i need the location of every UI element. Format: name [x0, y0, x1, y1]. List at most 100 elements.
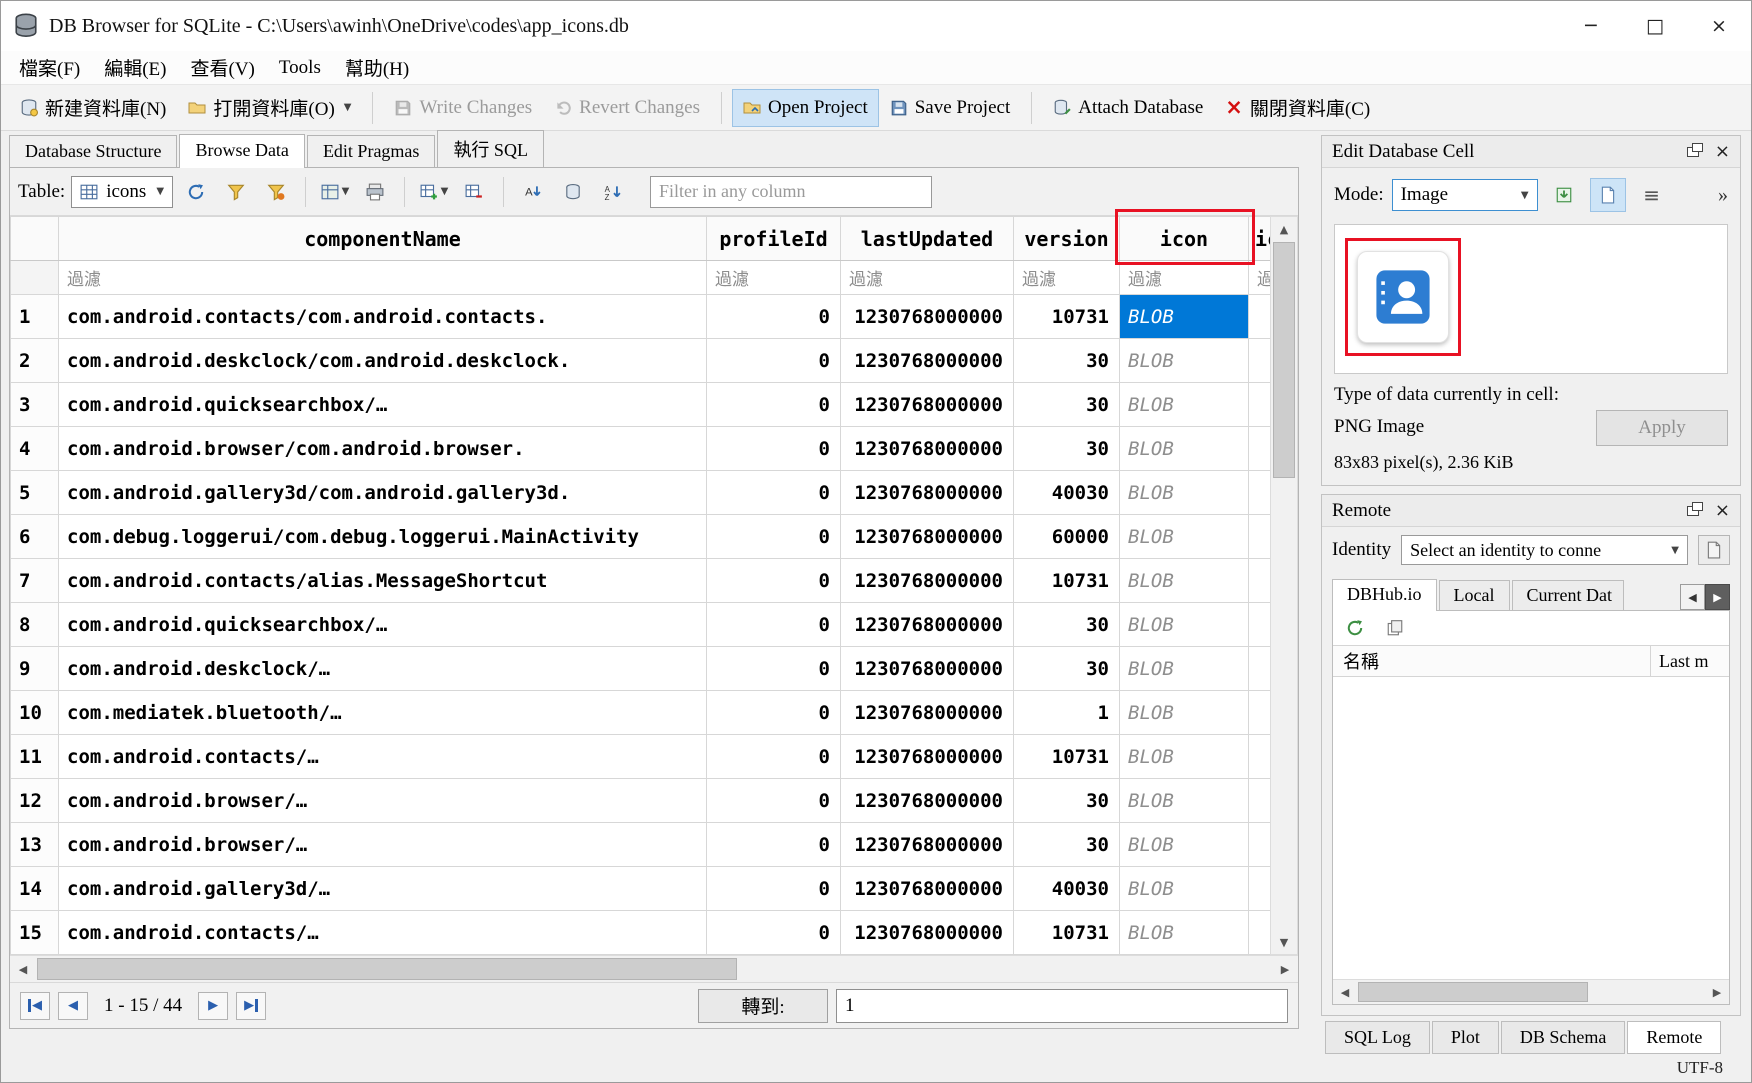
- cell-version[interactable]: 30: [1014, 339, 1120, 383]
- table-row[interactable]: 15com.android.contacts/…0123076800000010…: [11, 911, 1271, 955]
- cell-profileId[interactable]: 0: [707, 295, 841, 339]
- cell-componentName[interactable]: com.android.deskclock/com.android.deskcl…: [59, 339, 707, 383]
- dock-tab-db-schema[interactable]: DB Schema: [1501, 1021, 1625, 1054]
- minimize-button[interactable]: ─: [1559, 1, 1623, 51]
- cell-version[interactable]: 30: [1014, 823, 1120, 867]
- tab-database-structure[interactable]: Database Structure: [9, 135, 177, 167]
- goto-row-input[interactable]: [836, 989, 1288, 1023]
- table-row[interactable]: 5com.android.gallery3d/com.android.galle…: [11, 471, 1271, 515]
- cell-componentName[interactable]: com.debug.loggerui/com.debug.loggerui.Ma…: [59, 515, 707, 559]
- dock-tab-remote[interactable]: Remote: [1627, 1021, 1721, 1054]
- cell-icon[interactable]: BLOB: [1120, 603, 1249, 647]
- cell-icon[interactable]: BLOB: [1120, 867, 1249, 911]
- close-panel-icon[interactable]: ×: [1715, 143, 1730, 161]
- cell-profileId[interactable]: 0: [707, 515, 841, 559]
- remote-tab-local[interactable]: Local: [1439, 580, 1510, 610]
- cell-profileId[interactable]: 0: [707, 471, 841, 515]
- close-panel-icon[interactable]: ×: [1715, 502, 1730, 520]
- close-database-button[interactable]: × 關閉資料庫(C): [1214, 86, 1381, 129]
- table-row[interactable]: 6com.debug.loggerui/com.debug.loggerui.M…: [11, 515, 1271, 559]
- cell-componentName[interactable]: com.android.contacts/com.android.contact…: [59, 295, 707, 339]
- column-header-componentName[interactable]: componentName: [59, 217, 707, 261]
- horizontal-scrollbar[interactable]: ◀ ▶: [10, 955, 1298, 982]
- image-view-button[interactable]: [1590, 178, 1626, 212]
- table-row[interactable]: 13com.android.browser/…0123076800000030B…: [11, 823, 1271, 867]
- cell-lastUpdated[interactable]: 1230768000000: [841, 779, 1014, 823]
- dock-tab-sql-log[interactable]: SQL Log: [1325, 1021, 1430, 1054]
- cell-extra[interactable]: [1249, 603, 1271, 647]
- tab-edit-pragmas[interactable]: Edit Pragmas: [307, 135, 436, 167]
- cell-version[interactable]: 1: [1014, 691, 1120, 735]
- cell-version[interactable]: 10731: [1014, 295, 1120, 339]
- cell-version[interactable]: 30: [1014, 779, 1120, 823]
- column-header-lastUpdated[interactable]: lastUpdated: [841, 217, 1014, 261]
- row-number[interactable]: 2: [11, 339, 59, 383]
- cell-icon[interactable]: BLOB: [1120, 691, 1249, 735]
- row-number[interactable]: 8: [11, 603, 59, 647]
- filter-any-column-input[interactable]: [650, 176, 932, 208]
- table-row[interactable]: 4com.android.browser/com.android.browser…: [11, 427, 1271, 471]
- save-project-button[interactable]: Save Project: [879, 89, 1022, 127]
- cell-icon[interactable]: BLOB: [1120, 515, 1249, 559]
- cell-componentName[interactable]: com.android.gallery3d/…: [59, 867, 707, 911]
- remote-scroll-right-icon[interactable]: ▶: [1705, 980, 1729, 1004]
- cell-version[interactable]: 10731: [1014, 911, 1120, 955]
- dock-tab-plot[interactable]: Plot: [1432, 1021, 1499, 1054]
- filter-button[interactable]: [219, 175, 253, 209]
- tab-execute-sql[interactable]: 執行 SQL: [437, 130, 544, 167]
- mode-select[interactable]: Image ▼: [1392, 179, 1538, 211]
- filter-cell-profileId[interactable]: 過濾: [707, 261, 841, 295]
- row-number[interactable]: 3: [11, 383, 59, 427]
- cell-componentName[interactable]: com.android.contacts/…: [59, 911, 707, 955]
- cell-extra[interactable]: [1249, 779, 1271, 823]
- sort-ascending-button[interactable]: A: [516, 175, 550, 209]
- filter-cell-version[interactable]: 過濾: [1014, 261, 1120, 295]
- cell-lastUpdated[interactable]: 1230768000000: [841, 867, 1014, 911]
- remote-clone-button[interactable]: [1381, 614, 1409, 642]
- scroll-left-icon[interactable]: ◀: [10, 956, 36, 982]
- cell-version[interactable]: 10731: [1014, 735, 1120, 779]
- cell-lastUpdated[interactable]: 1230768000000: [841, 823, 1014, 867]
- cell-extra[interactable]: [1249, 383, 1271, 427]
- cell-extra[interactable]: [1249, 911, 1271, 955]
- cell-componentName[interactable]: com.android.quicksearchbox/…: [59, 383, 707, 427]
- cell-componentName[interactable]: com.android.contacts/…: [59, 735, 707, 779]
- insert-record-button[interactable]: ▼: [417, 175, 451, 209]
- row-number[interactable]: 10: [11, 691, 59, 735]
- cell-componentName[interactable]: com.android.deskclock/…: [59, 647, 707, 691]
- remote-refresh-button[interactable]: [1341, 614, 1369, 642]
- table-row[interactable]: 9com.android.deskclock/…0123076800000030…: [11, 647, 1271, 691]
- remote-scroll-left-icon[interactable]: ◀: [1333, 980, 1357, 1004]
- cell-profileId[interactable]: 0: [707, 647, 841, 691]
- cell-profileId[interactable]: 0: [707, 383, 841, 427]
- remote-tabs-scroll-right-button[interactable]: ▶: [1705, 584, 1730, 610]
- apply-button[interactable]: Apply: [1596, 410, 1728, 446]
- cell-icon[interactable]: BLOB: [1120, 427, 1249, 471]
- row-number[interactable]: 5: [11, 471, 59, 515]
- column-header-profileId[interactable]: profileId: [707, 217, 841, 261]
- cell-version[interactable]: 30: [1014, 647, 1120, 691]
- horizontal-scrollbar-thumb[interactable]: [37, 958, 737, 980]
- table-row[interactable]: 11com.android.contacts/…0123076800000010…: [11, 735, 1271, 779]
- cell-extra[interactable]: [1249, 735, 1271, 779]
- delete-record-button[interactable]: [457, 175, 491, 209]
- new-database-button[interactable]: 新建資料庫(N): [9, 86, 177, 129]
- row-number[interactable]: 11: [11, 735, 59, 779]
- row-number[interactable]: 4: [11, 427, 59, 471]
- cell-profileId[interactable]: 0: [707, 691, 841, 735]
- revert-changes-button[interactable]: Revert Changes: [543, 89, 711, 127]
- cell-extra[interactable]: [1249, 559, 1271, 603]
- cell-componentName[interactable]: com.android.quicksearchbox/…: [59, 603, 707, 647]
- cell-icon[interactable]: BLOB: [1120, 647, 1249, 691]
- row-number[interactable]: 14: [11, 867, 59, 911]
- cell-version[interactable]: 40030: [1014, 867, 1120, 911]
- database-view-button[interactable]: [556, 175, 590, 209]
- open-database-dropdown-icon[interactable]: ▼: [344, 102, 352, 113]
- table-row[interactable]: 2com.android.deskclock/com.android.deskc…: [11, 339, 1271, 383]
- cell-extra[interactable]: [1249, 823, 1271, 867]
- upload-database-button[interactable]: [1698, 535, 1730, 565]
- cell-version[interactable]: 10731: [1014, 559, 1120, 603]
- cell-lastUpdated[interactable]: 1230768000000: [841, 911, 1014, 955]
- cell-componentName[interactable]: com.android.gallery3d/com.android.galler…: [59, 471, 707, 515]
- cell-lastUpdated[interactable]: 1230768000000: [841, 603, 1014, 647]
